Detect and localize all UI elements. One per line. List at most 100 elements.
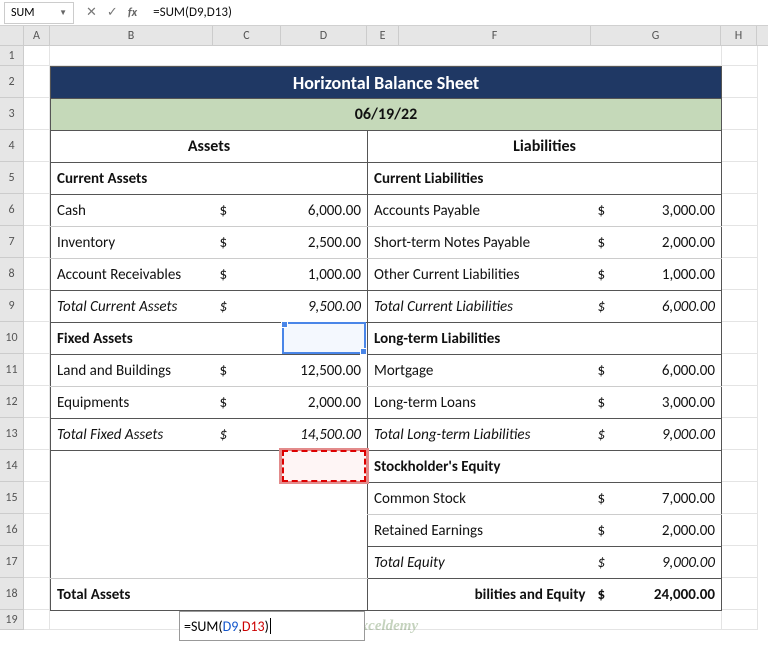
stnp-val[interactable]: $2,000.00 bbox=[592, 227, 722, 259]
row-header-9[interactable]: 9 bbox=[0, 290, 24, 322]
formula-ref-d9: D9 bbox=[223, 618, 239, 635]
row-header-11[interactable]: 11 bbox=[0, 354, 24, 386]
retained-label[interactable]: Retained Earnings bbox=[368, 515, 592, 547]
ap-label[interactable]: Accounts Payable bbox=[368, 195, 592, 227]
ar-cur[interactable]: $ bbox=[214, 259, 282, 291]
toteq-label[interactable]: Total Equity bbox=[368, 547, 592, 579]
formula-ref-d13: D13 bbox=[242, 618, 265, 635]
col-header-F[interactable]: F bbox=[399, 26, 591, 45]
land-label[interactable]: Land and Buildings bbox=[51, 355, 214, 387]
current-assets-header[interactable]: Current Assets bbox=[51, 163, 368, 195]
commonstock-val[interactable]: $7,000.00 bbox=[592, 483, 722, 515]
tltl-label[interactable]: Total Long-term Liabilities bbox=[368, 419, 592, 451]
name-box[interactable]: SUM ▼ bbox=[4, 2, 74, 24]
equip-label[interactable]: Equipments bbox=[51, 387, 214, 419]
row-header-4[interactable]: 4 bbox=[0, 130, 24, 162]
land-cur[interactable]: $ bbox=[214, 355, 282, 387]
ltloans-val[interactable]: $3,000.00 bbox=[592, 387, 722, 419]
tfa-cur[interactable]: $ bbox=[214, 419, 282, 451]
column-headers: A B C D E F G H bbox=[0, 26, 768, 46]
row-headers: 1 2 3 4 5 6 7 8 9 10 11 12 13 14 15 16 1… bbox=[0, 46, 24, 630]
total-assets-editcell[interactable] bbox=[214, 579, 368, 611]
tfa-val[interactable]: 14,500.00 bbox=[282, 419, 368, 451]
cash-cur[interactable]: $ bbox=[214, 195, 282, 227]
stnp-label[interactable]: Short-term Notes Payable bbox=[368, 227, 592, 259]
tcl-label[interactable]: Total Current Liabilities bbox=[368, 291, 592, 323]
tca-cur[interactable]: $ bbox=[214, 291, 282, 323]
liabilities-header[interactable]: Liabilities bbox=[368, 131, 722, 163]
col-header-B[interactable]: B bbox=[50, 26, 213, 45]
cancel-icon[interactable]: ✕ bbox=[86, 5, 97, 20]
formula-input[interactable]: =SUM(D9,D13) bbox=[145, 5, 768, 20]
row-header-14[interactable]: 14 bbox=[0, 450, 24, 482]
row-header-16[interactable]: 16 bbox=[0, 514, 24, 546]
row-header-5[interactable]: 5 bbox=[0, 162, 24, 194]
fixed-assets-header[interactable]: Fixed Assets bbox=[51, 323, 368, 355]
select-all-corner[interactable] bbox=[0, 26, 24, 45]
col-header-A[interactable]: A bbox=[24, 26, 50, 45]
row-header-7[interactable]: 7 bbox=[0, 226, 24, 258]
row-header-10[interactable]: 10 bbox=[0, 322, 24, 354]
tfa-label[interactable]: Total Fixed Assets bbox=[51, 419, 214, 451]
ap-val[interactable]: $3,000.00 bbox=[592, 195, 722, 227]
row-header-6[interactable]: 6 bbox=[0, 194, 24, 226]
total-liabeq-label[interactable]: bilities and Equity bbox=[368, 579, 592, 611]
inline-formula-editor[interactable]: =SUM(D9,D13) bbox=[179, 611, 365, 641]
retained-val[interactable]: $2,000.00 bbox=[592, 515, 722, 547]
total-liabeq-val[interactable]: $24,000.00 bbox=[592, 579, 722, 611]
inventory-label[interactable]: Inventory bbox=[51, 227, 214, 259]
cell-grid[interactable]: Horizontal Balance Sheet 06/19/22 Assets… bbox=[24, 46, 768, 630]
tca-label[interactable]: Total Current Assets bbox=[51, 291, 214, 323]
longterm-liab-header[interactable]: Long-term Liabilities bbox=[368, 323, 722, 355]
inventory-cur[interactable]: $ bbox=[214, 227, 282, 259]
col-header-D[interactable]: D bbox=[281, 26, 367, 45]
row-header-19[interactable]: 19 bbox=[0, 610, 24, 630]
mortgage-val[interactable]: $6,000.00 bbox=[592, 355, 722, 387]
tltl-val[interactable]: $9,000.00 bbox=[592, 419, 722, 451]
commonstock-label[interactable]: Common Stock bbox=[368, 483, 592, 515]
land-val[interactable]: 12,500.00 bbox=[282, 355, 368, 387]
name-box-value: SUM bbox=[11, 6, 34, 20]
inventory-val[interactable]: 2,500.00 bbox=[282, 227, 368, 259]
total-assets-label[interactable]: Total Assets bbox=[51, 579, 214, 611]
formula-bar: SUM ▼ ✕ ✓ fx =SUM(D9,D13) bbox=[0, 0, 768, 26]
empty-block[interactable] bbox=[51, 451, 368, 579]
row-header-17[interactable]: 17 bbox=[0, 546, 24, 578]
sheet-title[interactable]: Horizontal Balance Sheet bbox=[51, 67, 722, 99]
row-header-8[interactable]: 8 bbox=[0, 258, 24, 290]
col-header-E[interactable]: E bbox=[367, 26, 399, 45]
mortgage-label[interactable]: Mortgage bbox=[368, 355, 592, 387]
ar-label[interactable]: Account Receivables bbox=[51, 259, 214, 291]
row-header-13[interactable]: 13 bbox=[0, 418, 24, 450]
ocl-val[interactable]: $1,000.00 bbox=[592, 259, 722, 291]
assets-header[interactable]: Assets bbox=[51, 131, 368, 163]
tcl-val[interactable]: $6,000.00 bbox=[592, 291, 722, 323]
row-header-15[interactable]: 15 bbox=[0, 482, 24, 514]
row-header-12[interactable]: 12 bbox=[0, 386, 24, 418]
row-header-2[interactable]: 2 bbox=[0, 66, 24, 98]
ocl-label[interactable]: Other Current Liabilities bbox=[368, 259, 592, 291]
col-header-C[interactable]: C bbox=[213, 26, 281, 45]
fx-icon[interactable]: fx bbox=[128, 6, 137, 20]
col-header-G[interactable]: G bbox=[591, 26, 721, 45]
formula-bar-buttons: ✕ ✓ fx bbox=[78, 5, 145, 20]
formula-suffix: ) bbox=[265, 618, 269, 635]
tca-val[interactable]: 9,500.00 bbox=[282, 291, 368, 323]
cash-label[interactable]: Cash bbox=[51, 195, 214, 227]
toteq-val[interactable]: $9,000.00 bbox=[592, 547, 722, 579]
row-header-3[interactable]: 3 bbox=[0, 98, 24, 130]
confirm-icon[interactable]: ✓ bbox=[107, 5, 118, 20]
cash-val[interactable]: 6,000.00 bbox=[282, 195, 368, 227]
col-header-H[interactable]: H bbox=[721, 26, 757, 45]
equip-val[interactable]: 2,000.00 bbox=[282, 387, 368, 419]
row-header-1[interactable]: 1 bbox=[0, 46, 24, 66]
name-box-dropdown-icon[interactable]: ▼ bbox=[59, 8, 67, 18]
ar-val[interactable]: 1,000.00 bbox=[282, 259, 368, 291]
current-liabilities-header[interactable]: Current Liabilities bbox=[368, 163, 722, 195]
row-header-18[interactable]: 18 bbox=[0, 578, 24, 610]
sheet-date[interactable]: 06/19/22 bbox=[51, 99, 722, 131]
equip-cur[interactable]: $ bbox=[214, 387, 282, 419]
balance-sheet-table: Horizontal Balance Sheet 06/19/22 Assets… bbox=[50, 66, 722, 611]
ltloans-label[interactable]: Long-term Loans bbox=[368, 387, 592, 419]
equity-header[interactable]: Stockholder's Equity bbox=[368, 451, 722, 483]
